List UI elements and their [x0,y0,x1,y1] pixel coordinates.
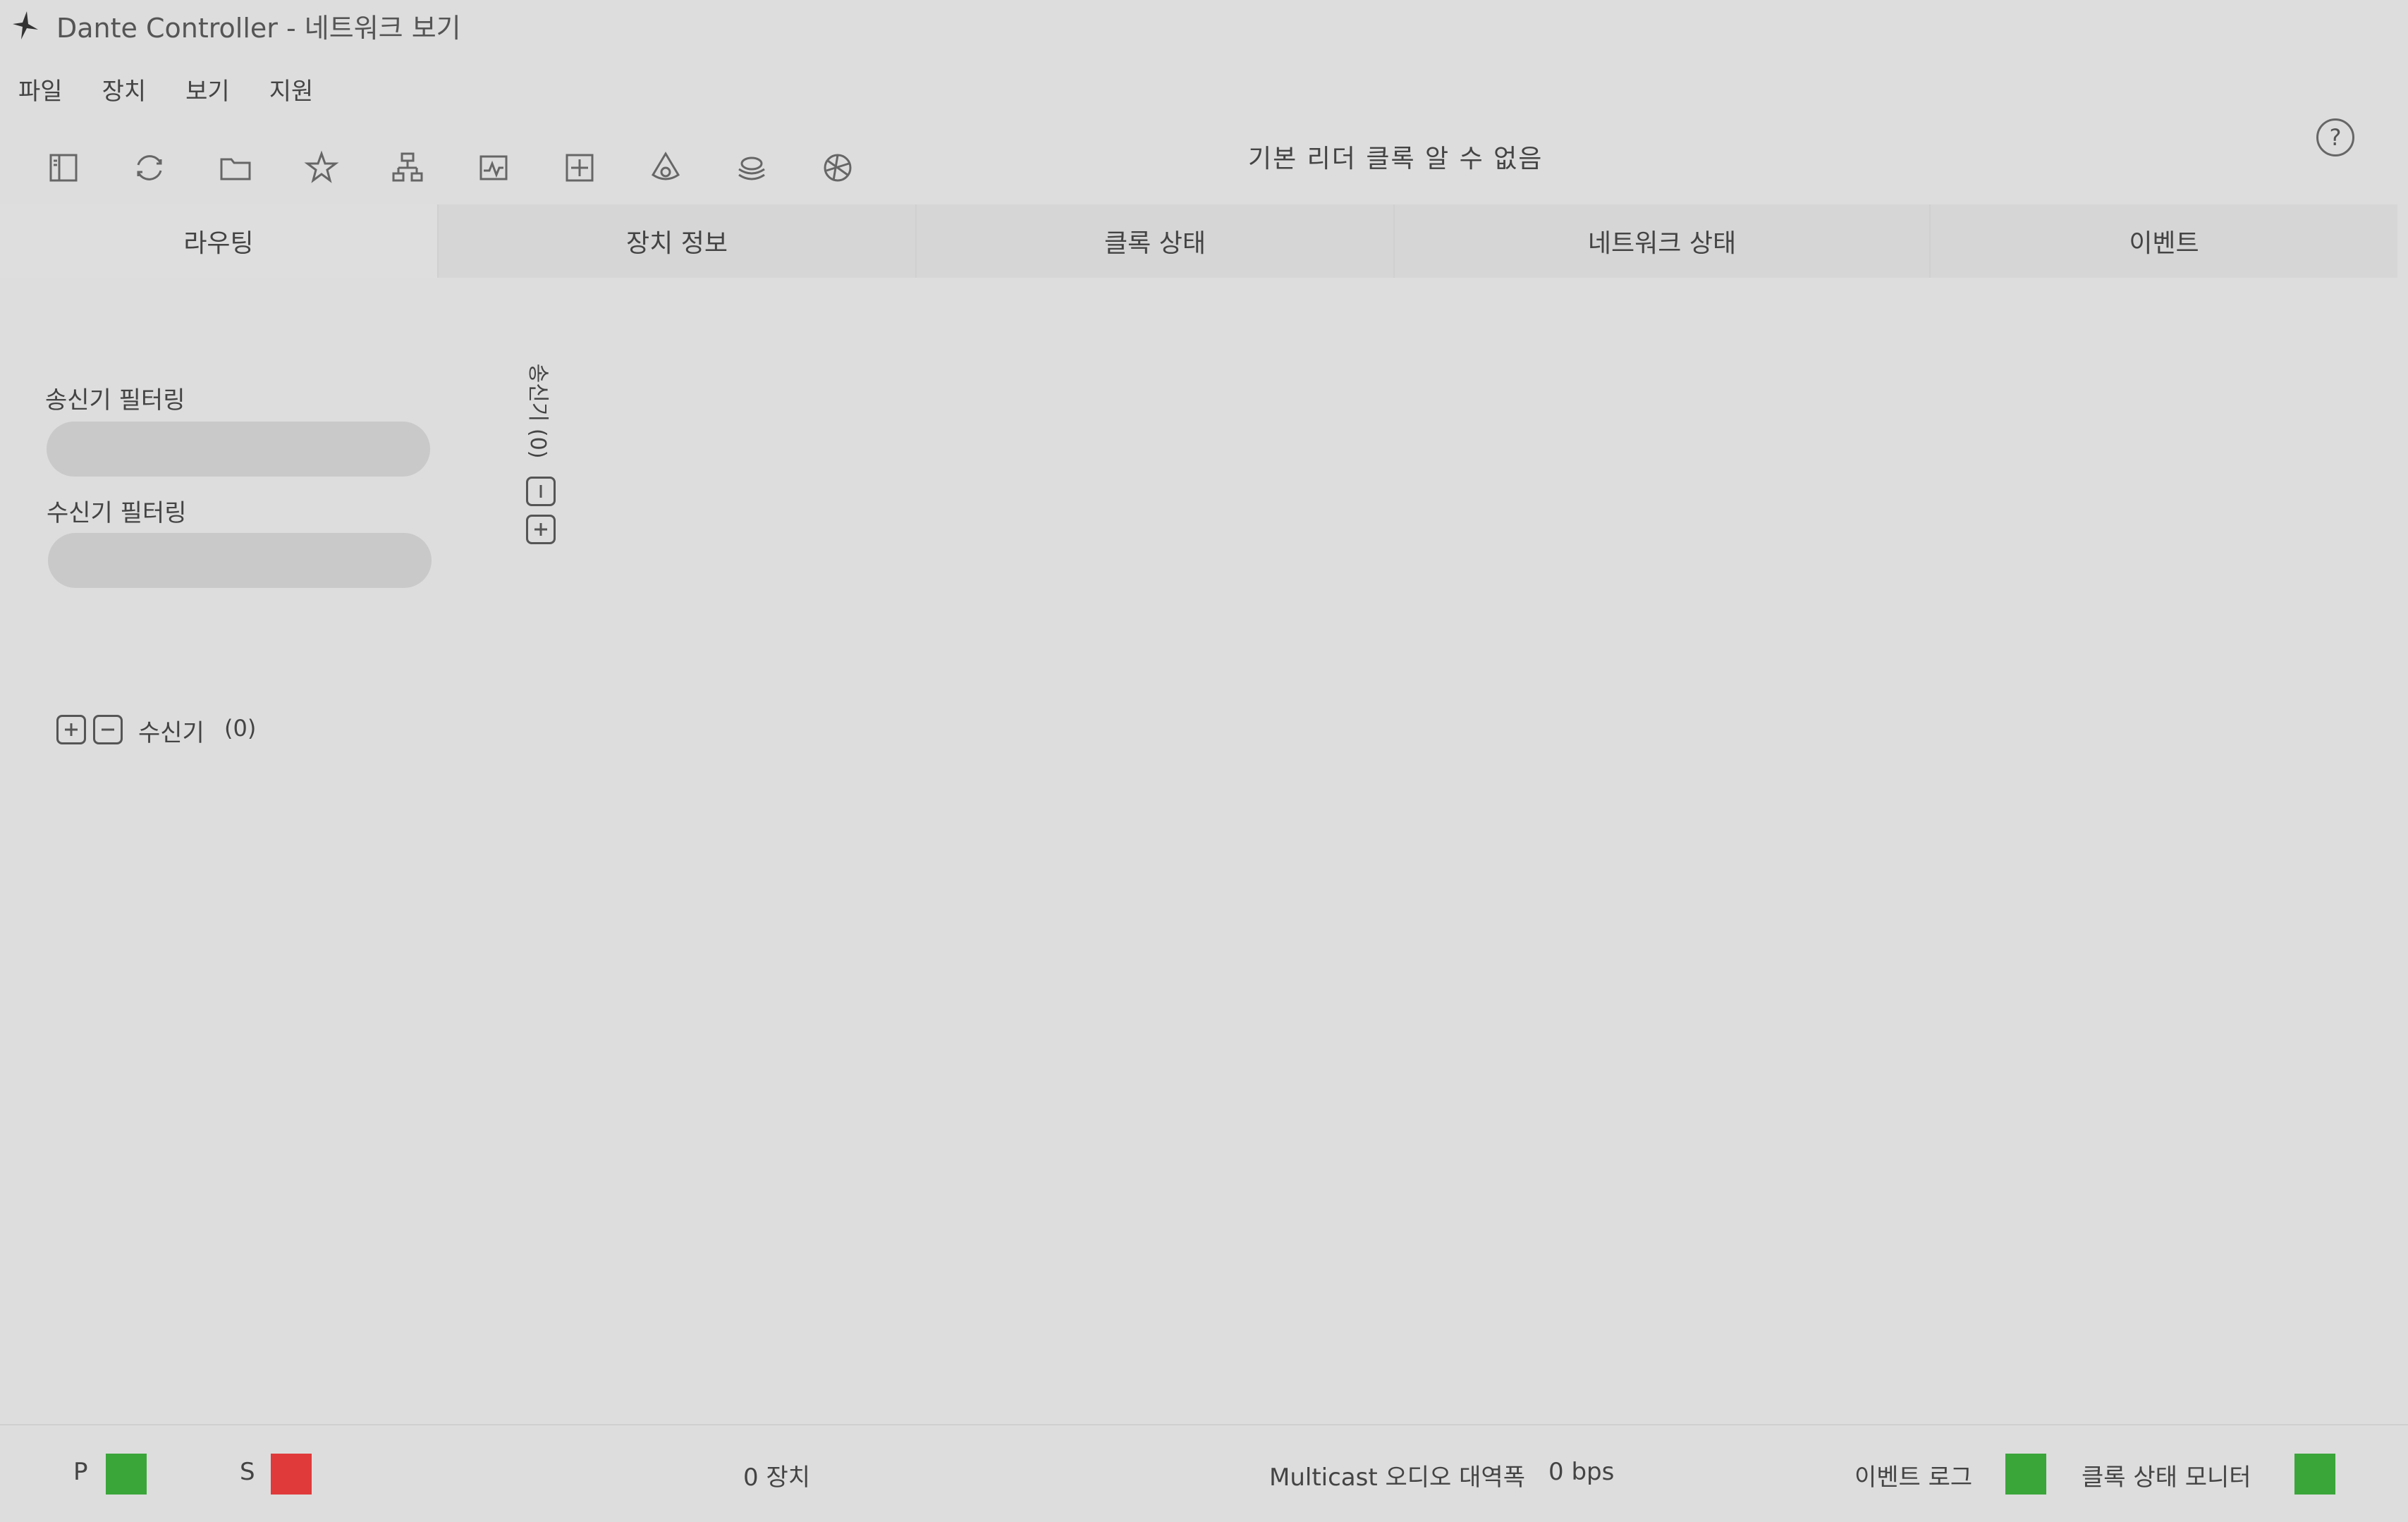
clock-domain-icon [651,152,680,180]
tab-network-status[interactable]: 네트워크 상태 [1393,204,1929,278]
expand-transmitters-button[interactable] [526,515,556,544]
clock-status-button[interactable] [643,145,688,190]
folder-icon [220,158,251,180]
leader-clock-status: 기본 리더 클록 알 수 없음 [1248,145,1544,173]
menu-help[interactable]: 지원 [269,72,314,106]
network-view-button[interactable] [385,145,430,190]
collapse-receivers-button[interactable] [93,715,123,744]
transmitter-filter-label: 송신기 필터링 [45,386,185,415]
collapse-icon [539,485,542,498]
expand-icon [65,723,78,736]
receiver-filter-label: 수신기 필터링 [47,499,187,527]
multicast-bandwidth-label: Multicast 오디오 대역폭 [1269,1463,1525,1492]
menu-bar: 파일 장치 보기 지원 [0,68,353,110]
stack-icon [738,157,765,180]
add-device-button[interactable] [557,145,602,190]
secondary-network-indicator [271,1454,312,1495]
receivers-count: (0) [224,715,257,742]
tab-bar: 라우팅 장치 정보 클록 상태 네트워크 상태 이벤트 [0,204,2397,278]
event-log-label: 이벤트 로그 [1854,1463,1973,1492]
network-config-button[interactable] [815,145,860,190]
tab-events[interactable]: 이벤트 [1929,204,2397,278]
receivers-label: 수신기 [138,719,204,747]
sidebar-toggle-button[interactable] [41,145,86,190]
window-title: Dante Controller - 네트워크 보기 [56,12,461,44]
tab-device-info[interactable]: 장치 정보 [437,204,915,278]
expand-receivers-button[interactable] [56,715,86,744]
device-count: 0 장치 [743,1463,810,1492]
add-box-icon [566,154,594,182]
dante-controller-window: Dante Controller - 네트워크 보기 파일 장치 보기 지원 기… [0,0,2408,1522]
transmitters-header: 송신기 (0) [519,351,561,471]
event-log-indicator[interactable] [2005,1454,2046,1495]
menu-device[interactable]: 장치 [102,72,147,106]
toolbar [0,131,2408,202]
collapse-transmitters-button[interactable] [526,477,556,506]
tab-routing[interactable]: 라우팅 [0,204,437,278]
receiver-filter-input[interactable] [48,533,432,588]
refresh-icon [137,155,162,180]
multicast-bandwidth-value: 0 bps [1548,1458,1615,1486]
transmitter-filter-input[interactable] [47,422,430,477]
sidebar-toggle-icon [49,154,78,182]
clock-monitor-indicator[interactable] [2294,1454,2335,1495]
latency-monitor-button[interactable] [471,145,516,190]
tab-clock-status[interactable]: 클록 상태 [915,204,1393,278]
clock-monitor-label: 클록 상태 모니터 [2082,1463,2251,1492]
monitor-graph-icon [479,155,508,180]
dante-logo-icon [8,8,42,42]
secondary-network-label: S [240,1458,255,1486]
refresh-button[interactable] [127,145,172,190]
title-bar: Dante Controller - 네트워크 보기 [0,0,2408,51]
primary-network-indicator [106,1454,147,1495]
menu-view[interactable]: 보기 [185,72,230,106]
status-bar [0,1424,2408,1522]
star-icon [304,150,339,183]
transmitters-label: 송신기 (0) [525,363,550,459]
network-hierarchy-icon [392,152,423,182]
domain-button[interactable] [729,145,774,190]
network-globe-icon [824,154,852,182]
expand-icon [534,523,547,536]
menu-file[interactable]: 파일 [18,72,63,106]
help-icon[interactable]: ? [2316,118,2354,157]
open-folder-button[interactable] [213,145,258,190]
primary-network-label: P [73,1458,88,1486]
favorites-button[interactable] [299,145,344,190]
collapse-icon [102,728,114,731]
